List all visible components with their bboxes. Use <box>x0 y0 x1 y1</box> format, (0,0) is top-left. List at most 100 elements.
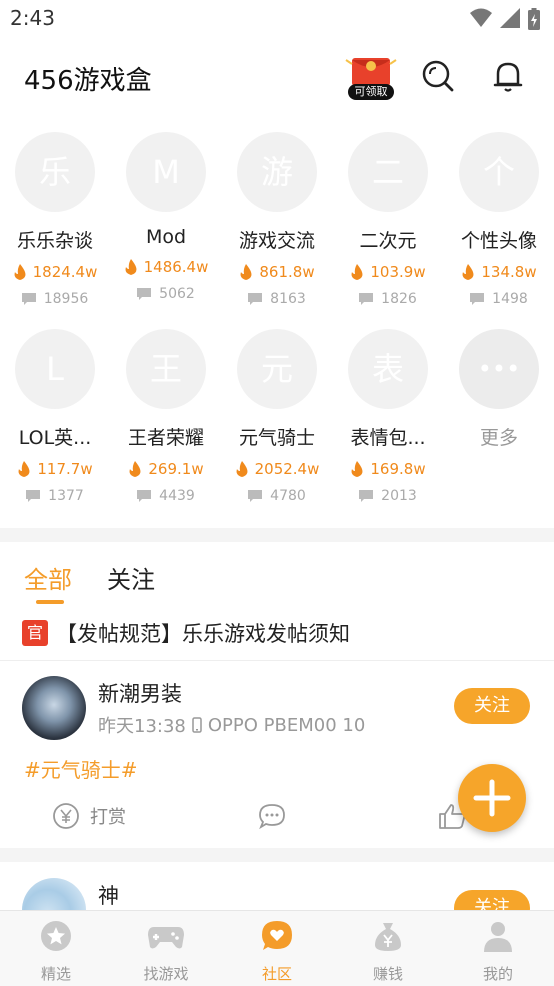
category-name: 二次元 <box>359 230 417 252</box>
category-name: 乐乐杂谈 <box>16 230 93 252</box>
comment-button[interactable] <box>258 802 286 830</box>
comment-icon <box>248 490 263 502</box>
signal-icon <box>500 8 520 28</box>
flame-icon <box>125 259 137 275</box>
category-item[interactable]: M Mod 1486.4w 5062 <box>111 132 221 302</box>
category-count: 18956 <box>0 291 110 307</box>
tab-find-games[interactable]: 找游戏 <box>126 919 206 984</box>
status-bar: 2:43 <box>0 0 554 38</box>
tab-earn[interactable]: 赚钱 <box>348 919 428 984</box>
heart-bubble-icon <box>262 921 292 950</box>
category-item[interactable]: L LOL英... 117.7w 1377 <box>0 329 110 504</box>
flame-icon <box>240 264 252 280</box>
comment-icon <box>137 490 152 502</box>
tab-mine[interactable]: 我的 <box>458 919 538 984</box>
category-avatar: M <box>126 132 206 212</box>
category-avatar: 游 <box>237 132 317 212</box>
category-avatar: 元 <box>237 329 317 409</box>
status-icons <box>470 8 540 30</box>
category-count: 2013 <box>333 488 443 504</box>
tab-all[interactable]: 全部 <box>24 560 72 595</box>
avatar[interactable] <box>22 878 86 910</box>
section-divider <box>0 848 554 862</box>
category-count: 1498 <box>444 291 554 307</box>
comment-icon <box>26 490 41 502</box>
flame-icon <box>236 461 248 477</box>
category-heat: 1824.4w <box>0 263 110 281</box>
notice-text: 【发帖规范】乐乐游戏发帖须知 <box>56 622 350 646</box>
category-item[interactable]: 个 个性头像 134.8w 1498 <box>444 132 554 307</box>
post-device: OPPO PBEM00 10 <box>207 714 366 736</box>
follow-button[interactable]: 关注 <box>454 890 530 910</box>
category-heat: 2052.4w <box>222 460 332 478</box>
gamepad-icon <box>148 927 184 949</box>
more-categories-button[interactable]: ••• 更多 <box>444 329 554 450</box>
app-header: 456游戏盒 可领取 <box>0 48 554 108</box>
flame-icon <box>18 461 30 477</box>
category-item[interactable]: 游 游戏交流 861.8w 8163 <box>222 132 332 307</box>
battery-icon <box>528 8 540 30</box>
category-name: 王者荣耀 <box>127 427 204 449</box>
comment-icon <box>248 293 263 305</box>
search-icon[interactable] <box>420 58 456 94</box>
category-avatar: 表 <box>348 329 428 409</box>
official-badge: 官 <box>22 620 48 646</box>
category-count: 5062 <box>111 286 221 302</box>
bell-icon[interactable] <box>490 58 526 94</box>
phone-icon <box>192 717 202 733</box>
category-item[interactable]: 元 元气骑士 2052.4w 4780 <box>222 329 332 504</box>
category-avatar: 乐 <box>15 132 95 212</box>
avatar[interactable] <box>22 676 86 740</box>
more-label: 更多 <box>479 427 518 449</box>
tab-community[interactable]: 社区 <box>237 919 317 984</box>
comment-icon <box>359 490 374 502</box>
flame-icon <box>351 264 363 280</box>
post-hashtag[interactable]: #元气骑士# <box>24 754 138 783</box>
post-author[interactable]: 神 <box>98 880 119 910</box>
post-time: 昨天13:38 <box>98 716 186 737</box>
category-item[interactable]: 王 王者荣耀 269.1w 4439 <box>111 329 221 504</box>
category-heat: 134.8w <box>444 263 554 281</box>
tab-featured[interactable]: 精选 <box>16 919 96 984</box>
category-name: 个性头像 <box>460 230 537 252</box>
category-name: 表情包... <box>350 427 426 449</box>
bottom-tab-bar: 精选 找游戏 社区 赚钱 我的 <box>0 910 554 986</box>
post-author[interactable]: 新潮男装 <box>98 678 182 708</box>
category-name: LOL英... <box>18 427 92 449</box>
pinned-notice[interactable]: 官 【发帖规范】乐乐游戏发帖须知 <box>22 618 542 648</box>
reward-button[interactable]: 打赏 <box>52 802 126 830</box>
star-icon <box>41 921 71 951</box>
category-heat: 1486.4w <box>111 258 221 276</box>
category-avatar: 二 <box>348 132 428 212</box>
flame-icon <box>129 461 141 477</box>
category-item[interactable]: 二 二次元 103.9w 1826 <box>333 132 443 307</box>
more-dots-icon: ••• <box>459 329 539 409</box>
category-avatar: L <box>15 329 95 409</box>
category-item[interactable]: 乐 乐乐杂谈 1824.4w 18956 <box>0 132 110 307</box>
category-item[interactable]: 表 表情包... 169.8w 2013 <box>333 329 443 504</box>
tab-label: 我的 <box>482 965 513 983</box>
follow-button[interactable]: 关注 <box>454 688 530 724</box>
comment-icon <box>470 293 485 305</box>
category-heat: 861.8w <box>222 263 332 281</box>
person-icon <box>484 922 512 952</box>
category-heat: 269.1w <box>111 460 221 478</box>
category-avatar: 王 <box>126 329 206 409</box>
category-heat: 103.9w <box>333 263 443 281</box>
category-avatar: 个 <box>459 132 539 212</box>
post-meta: 昨天13:38 OPPO PBEM00 10 <box>98 712 365 738</box>
category-count: 4780 <box>222 488 332 504</box>
post-card: 神 关注 <box>0 862 554 910</box>
comment-icon <box>359 293 374 305</box>
create-post-button[interactable] <box>458 764 526 832</box>
category-name: 游戏交流 <box>238 230 315 252</box>
comment-bubble-icon <box>259 804 285 830</box>
redpack-button[interactable]: 可领取 <box>344 54 398 104</box>
status-time: 2:43 <box>10 6 55 30</box>
yen-coin-icon <box>53 803 79 829</box>
tab-label: 赚钱 <box>372 965 403 983</box>
redpack-label: 可领取 <box>348 84 394 100</box>
tab-follow[interactable]: 关注 <box>107 560 155 595</box>
category-count: 1826 <box>333 291 443 307</box>
tab-label: 找游戏 <box>143 965 189 983</box>
